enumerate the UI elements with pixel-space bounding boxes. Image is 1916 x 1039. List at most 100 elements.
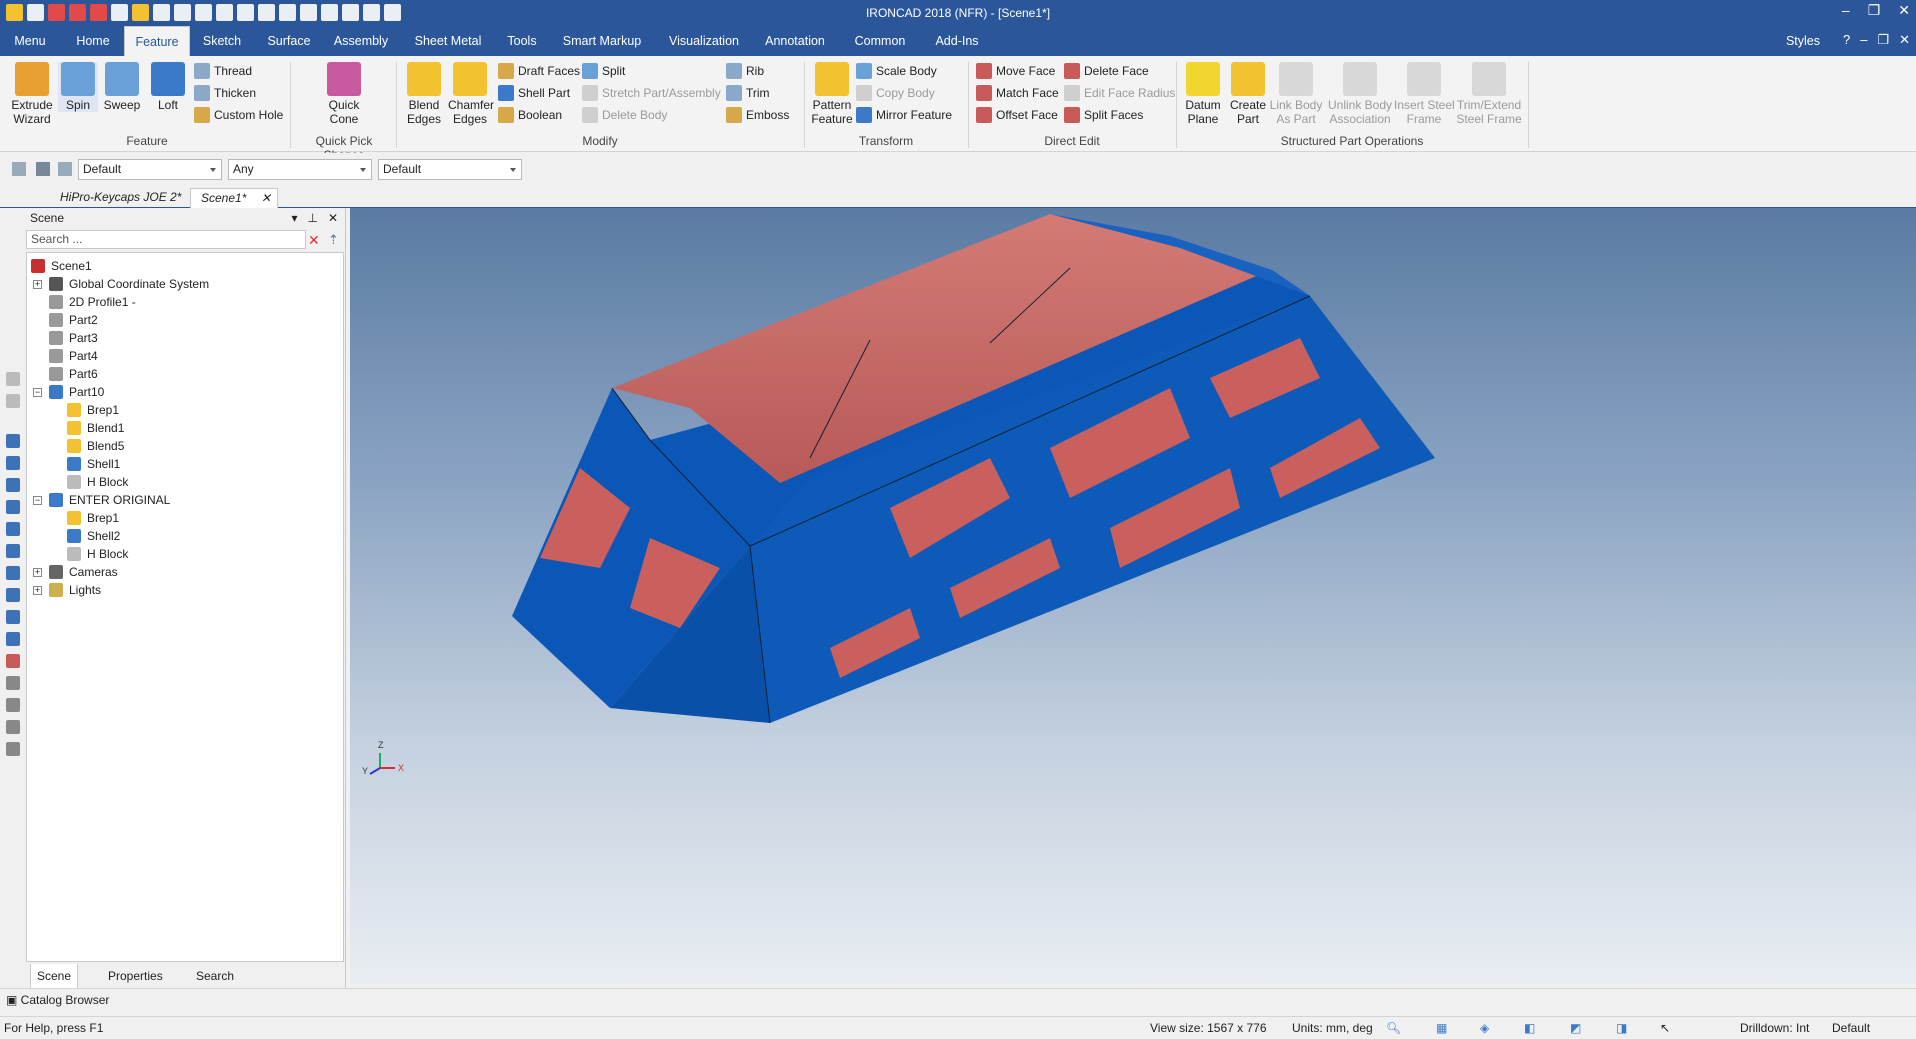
close-doc-icon[interactable]: ✕: [1899, 32, 1910, 48]
spin-button[interactable]: Spin: [58, 62, 98, 112]
filter-icon[interactable]: [58, 162, 72, 176]
tool-icon[interactable]: [6, 394, 20, 408]
tool-icon[interactable]: [6, 372, 20, 386]
tool-icon[interactable]: [6, 456, 20, 470]
view-icon[interactable]: ▦: [1436, 1017, 1447, 1039]
trim-steel-frame-button[interactable]: Trim/Extend Steel Frame: [1456, 62, 1522, 126]
help-icon[interactable]: ?: [1843, 32, 1850, 48]
extrude-wizard-button[interactable]: Extrude Wizard: [8, 62, 56, 126]
tool-icon[interactable]: [6, 632, 20, 646]
tab-smart-markup[interactable]: Smart Markup: [556, 26, 648, 56]
styles-menu[interactable]: Styles: [1786, 34, 1820, 48]
trim-button[interactable]: Trim: [726, 84, 770, 102]
custom-hole-button[interactable]: Custom Hole: [194, 106, 283, 124]
close-tab-icon[interactable]: ✕: [261, 189, 271, 207]
tab-sketch[interactable]: Sketch: [196, 26, 248, 56]
delete-face-button[interactable]: Delete Face: [1064, 62, 1149, 80]
zoom-icon[interactable]: 🔍︎: [1386, 1017, 1401, 1039]
edit-face-radius-button[interactable]: Edit Face Radius: [1064, 84, 1175, 102]
tab-tools[interactable]: Tools: [500, 26, 544, 56]
datum-plane-button[interactable]: Datum Plane: [1180, 62, 1226, 126]
stretch-button[interactable]: Stretch Part/Assembly: [582, 84, 721, 102]
minimize-doc-icon[interactable]: –: [1860, 32, 1867, 48]
pin-icon[interactable]: ⊥: [307, 208, 317, 228]
tab-sheet-metal[interactable]: Sheet Metal: [410, 26, 486, 56]
doc-tab-keycaps[interactable]: HiPro-Keycaps JOE 2*: [50, 188, 191, 208]
draft-faces-button[interactable]: Draft Faces: [498, 62, 580, 80]
boolean-button[interactable]: Boolean: [498, 106, 562, 124]
emboss-button[interactable]: Emboss: [726, 106, 789, 124]
tab-properties[interactable]: Properties: [108, 964, 163, 988]
expand-icon[interactable]: +: [33, 280, 42, 289]
tool-icon[interactable]: [6, 676, 20, 690]
3d-viewport[interactable]: Z Y X: [350, 208, 1916, 984]
dropdown-icon[interactable]: ▾: [291, 208, 297, 228]
tool-icon[interactable]: [6, 610, 20, 624]
orbit-icon[interactable]: ◈: [1480, 1017, 1489, 1039]
thicken-button[interactable]: Thicken: [194, 84, 256, 102]
render-mode-icon[interactable]: ◧: [1524, 1017, 1535, 1039]
tab-feature[interactable]: Feature: [124, 26, 190, 56]
tool-icon[interactable]: [6, 544, 20, 558]
cursor-icon[interactable]: ↖: [1660, 1017, 1670, 1039]
tab-add-ins[interactable]: Add-Ins: [926, 26, 988, 56]
split-button[interactable]: Split: [582, 62, 625, 80]
pointer-icon[interactable]: [12, 162, 26, 176]
select-arrow-icon[interactable]: [36, 162, 50, 176]
move-face-button[interactable]: Move Face: [976, 62, 1055, 80]
tab-annotation[interactable]: Annotation: [760, 26, 830, 56]
create-part-button[interactable]: Create Part: [1226, 62, 1270, 126]
copy-body-button[interactable]: Copy Body: [856, 84, 935, 102]
scale-body-button[interactable]: Scale Body: [856, 62, 937, 80]
tab-scene[interactable]: Scene: [30, 964, 79, 989]
tool-icon[interactable]: [6, 500, 20, 514]
tool-icon[interactable]: [6, 478, 20, 492]
minimize-icon[interactable]: –: [1842, 2, 1850, 19]
clear-search-icon[interactable]: ✕: [308, 232, 320, 249]
unlink-body-button[interactable]: Unlink Body Association: [1326, 62, 1394, 126]
tab-search[interactable]: Search: [196, 964, 234, 988]
pattern-feature-button[interactable]: Pattern Feature: [810, 62, 854, 126]
tab-menu[interactable]: Menu: [0, 26, 60, 56]
tool-icon[interactable]: [6, 654, 20, 668]
collapse-icon[interactable]: −: [33, 388, 42, 397]
tool-icon[interactable]: [6, 566, 20, 580]
rib-button[interactable]: Rib: [726, 62, 764, 80]
tool-icon[interactable]: [6, 434, 20, 448]
tool-icon[interactable]: [6, 588, 20, 602]
shading-icon[interactable]: ◩: [1570, 1017, 1581, 1039]
quick-cone-button[interactable]: Quick Cone: [320, 62, 368, 126]
tab-home[interactable]: Home: [68, 26, 118, 56]
tab-visualization[interactable]: Visualization: [664, 26, 744, 56]
scene-search-input[interactable]: Search ...: [26, 230, 306, 249]
blend-edges-button[interactable]: Blend Edges: [402, 62, 446, 126]
tab-assembly[interactable]: Assembly: [330, 26, 392, 56]
sweep-button[interactable]: Sweep: [102, 62, 142, 112]
collapse-icon[interactable]: −: [33, 496, 42, 505]
default-selector[interactable]: Default: [1832, 1017, 1870, 1039]
match-face-button[interactable]: Match Face: [976, 84, 1059, 102]
offset-face-button[interactable]: Offset Face: [976, 106, 1058, 124]
filter-icon[interactable]: ⇡: [328, 232, 339, 248]
tool-icon[interactable]: [6, 742, 20, 756]
expand-icon[interactable]: +: [33, 568, 42, 577]
tab-surface[interactable]: Surface: [262, 26, 316, 56]
tab-common[interactable]: Common: [848, 26, 912, 56]
shell-part-button[interactable]: Shell Part: [498, 84, 570, 102]
delete-body-button[interactable]: Delete Body: [582, 106, 667, 124]
restore-doc-icon[interactable]: ❐: [1877, 32, 1889, 48]
close-panel-icon[interactable]: ✕: [328, 208, 338, 228]
chamfer-edges-button[interactable]: Chamfer Edges: [448, 62, 494, 126]
link-body-button[interactable]: Link Body As Part: [1268, 62, 1324, 126]
style-combo[interactable]: Default: [78, 159, 222, 180]
display-icon[interactable]: ◨: [1616, 1017, 1627, 1039]
expand-icon[interactable]: +: [33, 586, 42, 595]
tool-icon[interactable]: [6, 522, 20, 536]
close-icon[interactable]: ✕: [1898, 2, 1910, 19]
thread-button[interactable]: Thread: [194, 62, 252, 80]
catalog-browser-label[interactable]: Catalog Browser: [21, 993, 110, 1007]
restore-icon[interactable]: ❐: [1868, 2, 1881, 19]
loft-button[interactable]: Loft: [148, 62, 188, 112]
filter-combo[interactable]: Any: [228, 159, 372, 180]
mirror-feature-button[interactable]: Mirror Feature: [856, 106, 952, 124]
